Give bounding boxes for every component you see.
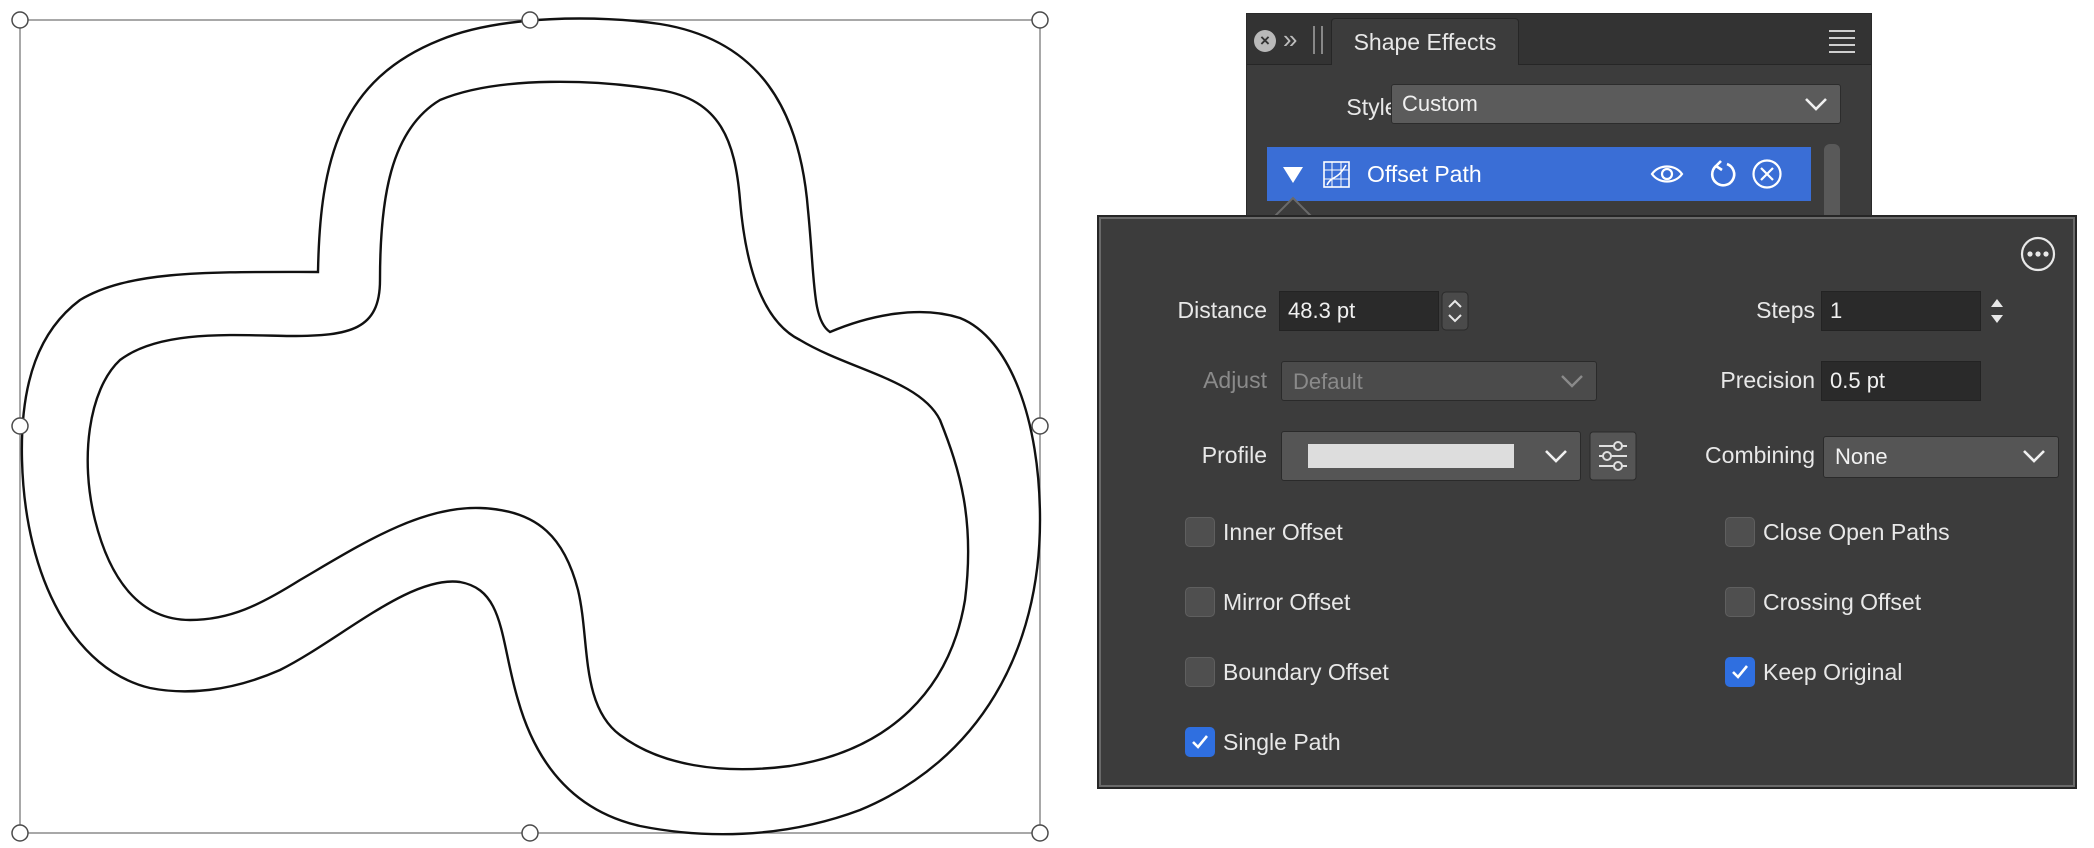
offset-path-effect-icon (1323, 161, 1350, 188)
checkmark-icon (1192, 735, 1209, 749)
steps-stepper-icon[interactable] (1983, 291, 2011, 331)
close-open-paths-label: Close Open Paths (1763, 519, 1950, 545)
crossing-offset-label: Crossing Offset (1763, 589, 1922, 615)
steps-input[interactable]: 1 (1821, 291, 1981, 331)
close-panel-icon[interactable]: × (1254, 30, 1276, 52)
panel-scrollbar[interactable] (1824, 144, 1840, 224)
collapse-panel-icon[interactable]: » (1283, 26, 1298, 52)
shape-effects-panel: × » Shape Effects Styles Custom Offset P… (1246, 13, 1872, 225)
styles-dropdown-value: Custom (1402, 91, 1478, 116)
mirror-offset-label: Mirror Offset (1223, 589, 1351, 615)
precision-input[interactable]: 0.5 pt (1821, 361, 1981, 401)
profile-curve-preview (1308, 444, 1514, 468)
keep-original-checkbox[interactable] (1725, 657, 1755, 687)
eye-visibility-icon[interactable] (1650, 161, 1684, 187)
boundary-offset-label: Boundary Offset (1223, 659, 1389, 685)
boundary-offset-checkbox[interactable] (1185, 657, 1215, 687)
precision-label: Precision (1720, 367, 1815, 393)
effect-row-offset-path[interactable]: Offset Path (1267, 147, 1811, 201)
handle-bottom-right[interactable] (1031, 824, 1049, 842)
effect-name-label: Offset Path (1367, 161, 1482, 187)
handle-top-left[interactable] (11, 11, 29, 29)
artboard-canvas[interactable] (0, 0, 1080, 848)
handle-top-middle[interactable] (521, 11, 539, 29)
remove-effect-icon[interactable] (1751, 158, 1783, 190)
steps-label: Steps (1756, 297, 1815, 323)
keep-original-label: Keep Original (1763, 659, 1903, 685)
distance-stepper-icon[interactable] (1441, 291, 1469, 331)
crossing-offset-checkbox[interactable] (1725, 587, 1755, 617)
handle-top-right[interactable] (1031, 11, 1049, 29)
chevron-down-icon (2023, 450, 2045, 463)
handle-bottom-middle[interactable] (521, 824, 539, 842)
panel-menu-icon[interactable] (1829, 30, 1855, 53)
close-open-paths-checkbox[interactable] (1725, 517, 1755, 547)
inner-offset-label: Inner Offset (1223, 519, 1343, 545)
combining-dropdown[interactable]: None (1823, 436, 2059, 478)
profile-settings-sliders-icon[interactable] (1589, 431, 1637, 481)
tab-shape-effects[interactable]: Shape Effects (1331, 18, 1519, 65)
distance-input[interactable]: 48.3 pt (1279, 291, 1439, 331)
single-path-checkbox[interactable] (1185, 727, 1215, 757)
profile-label: Profile (1201, 442, 1267, 468)
mirror-offset-checkbox[interactable] (1185, 587, 1215, 617)
styles-dropdown[interactable]: Custom (1391, 84, 1841, 124)
handle-middle-left[interactable] (11, 417, 29, 435)
chevron-down-icon (1545, 450, 1567, 463)
more-options-icon[interactable] (2019, 235, 2057, 273)
profile-dropdown[interactable] (1281, 431, 1581, 481)
reset-icon[interactable] (1707, 159, 1737, 189)
inner-offset-checkbox[interactable] (1185, 517, 1215, 547)
single-path-label: Single Path (1223, 729, 1341, 755)
combining-dropdown-value: None (1835, 444, 1888, 469)
offset-path-settings-popover: Distance 48.3 pt Steps 1 Adjust Default … (1097, 215, 2077, 789)
adjust-dropdown-value: Default (1293, 369, 1363, 394)
handle-middle-right[interactable] (1031, 417, 1049, 435)
panel-header: × » Shape Effects (1247, 14, 1871, 65)
adjust-dropdown: Default (1281, 361, 1597, 401)
distance-label: Distance (1177, 297, 1267, 323)
drag-grip-icon[interactable] (1313, 26, 1323, 54)
disclosure-triangle-icon[interactable] (1283, 167, 1303, 183)
checkmark-icon (1732, 665, 1749, 679)
combining-label: Combining (1705, 442, 1815, 468)
handle-bottom-left[interactable] (11, 824, 29, 842)
adjust-label: Adjust (1203, 367, 1267, 393)
chevron-down-icon (1805, 98, 1827, 111)
chevron-down-icon (1561, 375, 1583, 388)
